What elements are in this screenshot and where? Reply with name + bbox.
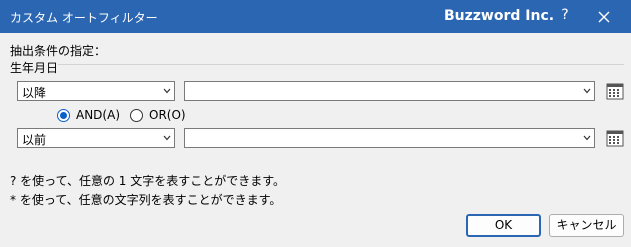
operator2-select[interactable]: 以前 <box>17 128 175 148</box>
or-label[interactable]: OR(O) <box>149 108 186 122</box>
window-title: カスタム オートフィルター <box>10 11 158 25</box>
operator1-value: 以降 <box>22 86 47 100</box>
criteria-label: 抽出条件の指定： <box>10 44 107 58</box>
and-label[interactable]: AND(A) <box>76 108 120 122</box>
brand-label: Buzzword Inc. <box>444 8 555 24</box>
calendar-icon[interactable] <box>605 81 625 101</box>
operator1-select[interactable]: 以降 <box>17 81 175 101</box>
chevron-down-icon <box>583 135 591 141</box>
or-radio[interactable] <box>130 109 143 122</box>
chevron-down-icon <box>163 135 171 141</box>
and-radio[interactable] <box>57 109 70 122</box>
calendar-icon[interactable] <box>605 128 625 148</box>
close-icon[interactable] <box>596 9 612 25</box>
value2-combobox[interactable] <box>184 128 595 148</box>
help-button[interactable]: ? <box>557 7 573 23</box>
cancel-button[interactable]: キャンセル <box>549 214 624 237</box>
field-label: 生年月日 <box>10 61 59 75</box>
title-bar: カスタム オートフィルター Buzzword Inc. ? <box>0 0 631 33</box>
hint-single-char: ? を使って、任意の 1 文字を表すことができます。 <box>10 174 286 188</box>
operator2-value: 以前 <box>22 133 47 147</box>
separator-line <box>58 64 624 65</box>
chevron-down-icon <box>163 88 171 94</box>
value1-combobox[interactable] <box>184 81 595 101</box>
hint-multi-char: * を使って、任意の文字列を表すことができます。 <box>10 193 282 207</box>
chevron-down-icon <box>583 88 591 94</box>
ok-button[interactable]: OK <box>466 214 541 237</box>
